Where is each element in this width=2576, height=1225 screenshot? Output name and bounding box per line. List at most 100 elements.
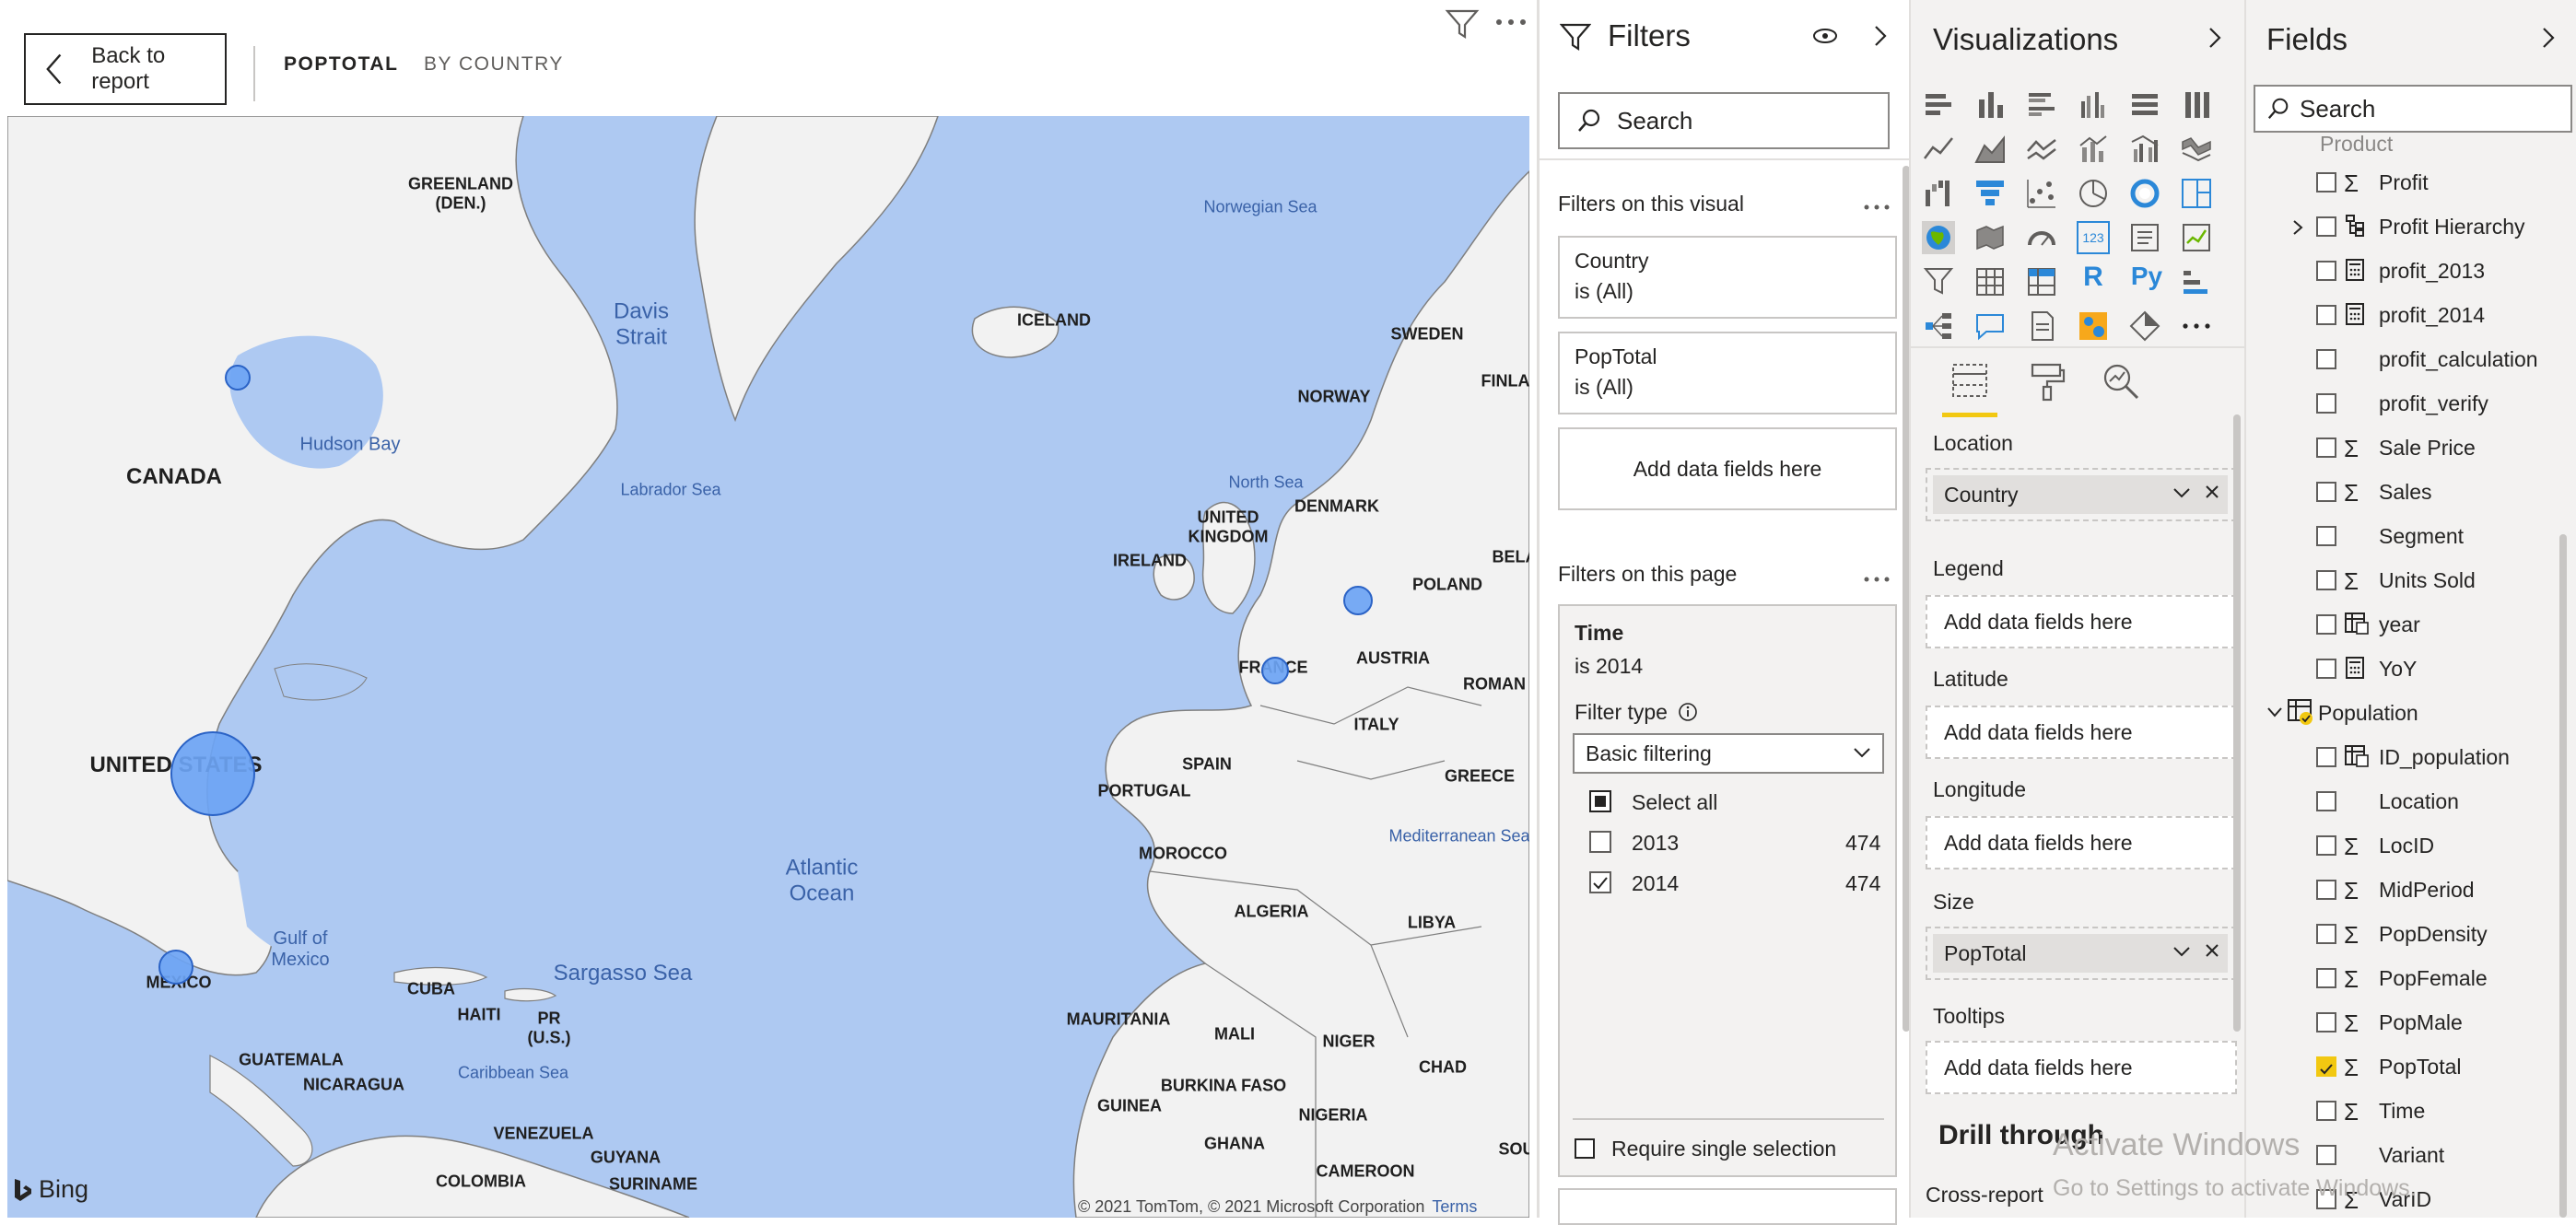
field-item-product[interactable]: Product (2320, 134, 2393, 160)
kpi-icon[interactable] (2180, 221, 2213, 254)
waterfall-chart-icon[interactable] (1922, 177, 1955, 210)
paint-roller-icon[interactable] (2027, 361, 2067, 402)
slicer-icon[interactable] (1922, 265, 1955, 298)
python-visual-icon[interactable]: Py (2125, 262, 2169, 298)
field-checkbox[interactable] (2316, 614, 2336, 635)
stacked-bar-chart-icon[interactable] (1922, 88, 1955, 122)
well-location[interactable]: Country (1926, 468, 2237, 521)
well-tooltips[interactable]: Add data fields here (1926, 1041, 2237, 1094)
remove-field-icon[interactable] (2204, 484, 2220, 500)
tab-poptotal[interactable]: POPTOTAL (284, 53, 398, 76)
matrix-icon[interactable] (2025, 265, 2058, 298)
more-options-icon[interactable] (1494, 18, 1528, 26)
field-checkbox[interactable] (2316, 526, 2336, 546)
back-to-report-button[interactable]: Back to report (24, 33, 227, 105)
scatter-chart-icon[interactable] (2025, 177, 2058, 210)
collapse-fields-icon[interactable] (2541, 26, 2556, 50)
chevron-down-icon[interactable] (2172, 485, 2192, 500)
key-influencers-icon[interactable] (2180, 265, 2213, 298)
treemap-icon[interactable] (2180, 177, 2213, 210)
filter-type-select[interactable]: Basic filtering (1573, 733, 1884, 774)
arcgis-map-icon[interactable] (2077, 309, 2110, 343)
fields-tab-icon[interactable] (1950, 361, 1990, 402)
line-and-clustered-column-chart-icon[interactable] (2128, 133, 2161, 166)
viz-scrollbar[interactable] (2233, 414, 2241, 1032)
multi-row-card-icon[interactable] (2128, 221, 2161, 254)
well-longitude[interactable]: Add data fields here (1926, 816, 2237, 869)
stacked-area-chart-icon[interactable] (2025, 133, 2058, 166)
bubble-united-states[interactable] (170, 731, 255, 816)
analytics-magnifier-icon[interactable] (2101, 361, 2141, 402)
option-2013-checkbox[interactable] (1589, 831, 1611, 853)
power-apps-icon[interactable] (2128, 309, 2161, 343)
field-checkbox[interactable] (2316, 924, 2336, 944)
clustered-bar-chart-icon[interactable] (2025, 88, 2058, 122)
field-checkbox[interactable] (2316, 261, 2336, 281)
gauge-icon[interactable] (2025, 221, 2058, 254)
filter-card-poptotal[interactable]: PopTotal is (All) (1558, 332, 1897, 414)
option-2014-checkbox[interactable] (1589, 871, 1611, 893)
field-checkbox[interactable] (2316, 570, 2336, 590)
100-stacked-bar-chart-icon[interactable] (2128, 88, 2161, 122)
add-visual-filter-well[interactable]: Add data fields here (1558, 427, 1897, 510)
well-location-field[interactable]: Country (1933, 475, 2228, 514)
line-and-stacked-column-chart-icon[interactable] (2077, 133, 2110, 166)
r-script-visual-icon[interactable]: R (2077, 262, 2110, 298)
filter-card-time[interactable]: Time is 2014 Filter type Basic filtering… (1558, 604, 1897, 1177)
well-size-field[interactable]: PopTotal (1933, 934, 2228, 973)
field-checkbox[interactable] (2316, 1101, 2336, 1121)
pie-chart-icon[interactable] (2077, 177, 2110, 210)
collapse-filters-icon[interactable] (1873, 24, 1888, 48)
fields-scrollbar[interactable] (2559, 534, 2567, 1218)
bubble-canada[interactable] (225, 365, 251, 391)
well-legend[interactable]: Add data fields here (1926, 595, 2237, 648)
field-checkbox[interactable] (2316, 482, 2336, 502)
card-visual-icon[interactable]: 123 (2077, 221, 2110, 254)
bubble-germany[interactable] (1343, 586, 1373, 615)
collapse-visualizations-icon[interactable] (2207, 26, 2222, 50)
filled-map-icon[interactable] (1973, 221, 2007, 254)
filter-icon[interactable] (1445, 7, 1480, 41)
terms-link[interactable]: Terms (1432, 1197, 1477, 1216)
stacked-column-chart-icon[interactable] (1973, 88, 2007, 122)
clustered-column-chart-icon[interactable] (2077, 88, 2110, 122)
field-checkbox[interactable] (2316, 216, 2336, 237)
donut-chart-icon[interactable] (2128, 177, 2161, 210)
paginated-report-icon[interactable] (2025, 309, 2058, 343)
ribbon-chart-icon[interactable] (2180, 133, 2213, 166)
field-checkbox[interactable] (2316, 349, 2336, 369)
line-chart-icon[interactable] (1922, 133, 1955, 166)
field-checkbox[interactable] (2316, 747, 2336, 767)
funnel-chart-icon[interactable] (1973, 177, 2007, 210)
well-latitude[interactable]: Add data fields here (1926, 706, 2237, 759)
tab-by-country[interactable]: BY COUNTRY (424, 53, 564, 76)
qna-icon[interactable] (1973, 309, 2007, 343)
map-visual-icon[interactable] (1922, 221, 1955, 254)
field-checkbox[interactable] (2316, 880, 2336, 900)
field-checkbox[interactable] (2316, 1012, 2336, 1032)
chevron-right-icon[interactable] (2292, 219, 2303, 236)
page-filters-more-icon[interactable] (1864, 577, 1890, 582)
visual-filters-more-icon[interactable] (1864, 204, 1890, 210)
bubble-france[interactable] (1261, 657, 1289, 684)
field-checkbox[interactable] (2316, 393, 2336, 414)
field-checkbox[interactable] (2316, 1145, 2336, 1165)
info-icon[interactable] (1678, 702, 1698, 722)
require-single-checkbox[interactable] (1575, 1138, 1595, 1159)
field-checkbox[interactable] (2316, 172, 2336, 192)
map-visual[interactable]: GREENLAND (DEN.) ICELAND SWEDEN FINLA NOR… (7, 116, 1529, 1218)
fields-search-input[interactable]: Search (2254, 85, 2572, 133)
field-checkbox[interactable] (2316, 659, 2336, 679)
decomposition-tree-icon[interactable] (1922, 309, 1955, 343)
field-checkbox[interactable] (2316, 438, 2336, 458)
field-checkbox[interactable] (2316, 968, 2336, 988)
field-checkbox[interactable] (2316, 791, 2336, 811)
add-page-filter-well[interactable] (1558, 1188, 1897, 1225)
100-stacked-column-chart-icon[interactable] (2180, 88, 2213, 122)
bubble-mexico[interactable] (158, 950, 193, 985)
table-visual-icon[interactable] (1973, 265, 2007, 298)
filter-card-country[interactable]: Country is (All) (1558, 236, 1897, 319)
more-visuals-icon[interactable] (2180, 309, 2213, 343)
eye-icon[interactable] (1812, 28, 1838, 44)
remove-field-icon[interactable] (2204, 942, 2220, 959)
